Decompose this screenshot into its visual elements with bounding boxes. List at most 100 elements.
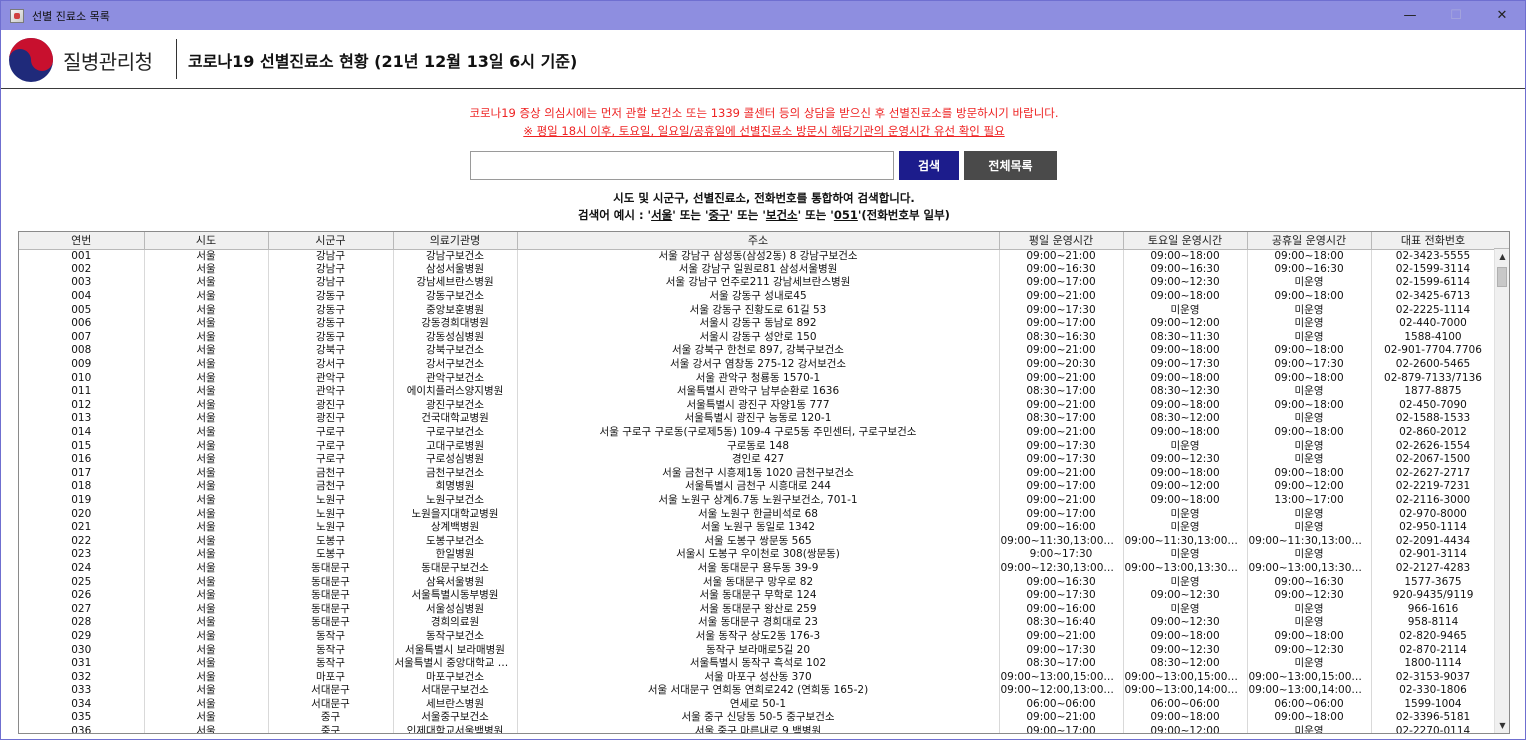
table-row[interactable]: 035 서울 중구 서울중구보건소 서울 중구 신당동 50-5 중구보건소 09:00~… [19,711,1496,725]
table-row[interactable]: 022 서울 도봉구 도봉구보건소 서울 도봉구 쌍문동 565 09:00~11:30,… [19,534,1496,549]
col-sido: 서울 [144,262,269,277]
table-row[interactable]: 021 서울 노원구 상계백병원 서울 노원구 동일로 1342 09:00~16:00 미… [19,520,1496,535]
table-row[interactable]: 030 서울 동작구 서울특별시 보라매병원 동작구 보라매로5길 20 09:00~17… [19,643,1496,657]
col-institution: 금천구보건소 [393,466,518,481]
table-row[interactable]: 026 서울 동대문구 서울특별시동부병원 서울 동대문구 무학로 124 09:00~1… [19,588,1496,603]
column-header-institution[interactable]: 의료기관명 [393,232,518,250]
column-header-number[interactable]: 연번 [19,232,145,250]
table-row[interactable]: 006 서울 강동구 강동경희대병원 서울시 강동구 동남로 892 09:00~17:0… [19,316,1496,331]
table-row[interactable]: 014 서울 구로구 구로구보건소 서울 구로구 구로동(구로제5동) 109-4 구로… [19,425,1496,440]
table-row[interactable]: 010 서울 관악구 관악구보건소 서울 관악구 청룡동 1570-1 09:00~21:… [19,371,1496,385]
minimize-button[interactable]: — [1387,1,1433,30]
table-row[interactable]: 019 서울 노원구 노원구보건소 서울 노원구 상계6.7동 노원구보건소, 701-… [19,493,1496,508]
col-sido: 서울 [144,289,269,304]
col-institution: 동작구보건소 [393,629,518,644]
table-row[interactable]: 008 서울 강북구 강북구보건소 서울 강북구 한천로 897, 강북구보건소 09:0… [19,344,1496,358]
table-row[interactable]: 028 서울 동대문구 경희의료원 서울 동대문구 경희대로 23 08:30~16:40… [19,616,1496,630]
col-holiday-hours: 09:00~11:30,13:00~15:0... [1247,534,1372,549]
col-address: 연세로 50-1 [517,697,1000,712]
col-sido: 서울 [144,656,269,671]
col-number: 023 [19,548,145,562]
column-header-phone[interactable]: 대표 전화번호 [1371,232,1496,250]
col-sigungu: 서대문구 [268,684,394,698]
column-header-address[interactable]: 주소 [517,232,1000,250]
column-header-sigungu[interactable]: 시군구 [268,232,394,250]
table-row[interactable]: 027 서울 동대문구 서울성심병원 서울 동대문구 왕산로 259 09:00~16:0… [19,602,1496,617]
scroll-down-arrow-icon[interactable]: ▼ [1495,718,1509,733]
table-row[interactable]: 004 서울 강동구 강동구보건소 서울 강동구 성내로45 09:00~21:00 09:… [19,289,1496,304]
col-number: 025 [19,575,145,589]
maximize-button[interactable]: ☐ [1433,1,1479,30]
table-row[interactable]: 009 서울 강서구 강서구보건소 서울 강서구 염창동 275-12 강서보건소 09:… [19,357,1496,372]
col-sigungu: 노원구 [268,520,394,535]
col-sido: 서울 [144,439,269,453]
col-institution: 서울특별시 보라매병원 [393,643,518,657]
table-row[interactable]: 029 서울 동작구 동작구보건소 서울 동작구 상도2동 176-3 09:00~21:… [19,629,1496,644]
col-holiday-hours: 09:00~18:00 [1247,398,1372,413]
table-row[interactable]: 001 서울 강남구 강남구보건소 서울 강남구 삼성동(삼성2동) 8 강남구보건소 0… [19,249,1496,263]
table-row[interactable]: 007 서울 강동구 강동성심병원 서울시 강동구 성안로 150 08:30~16:30… [19,330,1496,345]
scroll-thumb[interactable] [1497,267,1507,287]
table-row[interactable]: 023 서울 도봉구 한일병원 서울시 도봉구 우이천로 308(쌍문동) 9:00~17… [19,548,1496,562]
table-row[interactable]: 018 서울 금천구 희명병원 서울특별시 금천구 시흥대로 244 09:00~17:0… [19,480,1496,494]
scroll-up-arrow-icon[interactable]: ▲ [1495,249,1509,264]
table-row[interactable]: 036 서울 중구 인제대학교서울백병원 서울 중구 마른내로 9 백병원 09:00~1… [19,724,1496,733]
col-address: 서울 동대문구 용두동 39-9 [517,561,1000,576]
col-weekday-hours: 09:00~12:30,13:00~18:0... [999,561,1124,576]
table-row[interactable]: 024 서울 동대문구 동대문구보건소 서울 동대문구 용두동 39-9 09:00~12… [19,561,1496,576]
table-row[interactable]: 003 서울 강남구 강남세브란스병원 서울 강남구 언주로211 강남세브란스병원 09… [19,276,1496,290]
table-row[interactable]: 034 서울 서대문구 세브란스병원 연세로 50-1 06:00~06:00 06:00~… [19,697,1496,712]
table-row[interactable]: 033 서울 서대문구 서대문구보건소 서울 서대문구 연희동 연희로242 (연희동 … [19,684,1496,698]
table-row[interactable]: 031 서울 동작구 서울특별시 중앙대학교 병원 서울특별시 동작구 흑석로 102 0… [19,656,1496,671]
col-weekday-hours: 08:30~17:00 [999,412,1124,426]
col-phone: 02-879-7133/7136 [1371,371,1496,385]
col-institution: 세브란스병원 [393,697,518,712]
col-holiday-hours: 09:00~12:00 [1247,480,1372,494]
search-input[interactable] [470,151,894,180]
col-sido: 서울 [144,344,269,358]
table-row[interactable]: 015 서울 구로구 고대구로병원 구로동로 148 09:00~17:30 미운영 미운영 0… [19,439,1496,453]
col-weekday-hours: 09:00~21:00 [999,711,1124,725]
col-holiday-hours: 09:00~18:00 [1247,711,1372,725]
col-number: 034 [19,697,145,712]
col-address: 동작구 보라매로5길 20 [517,643,1000,657]
clinic-table[interactable]: 연번 시도 시군구 의료기관명 주소 평일 운영시간 토요일 운영시간 공휴일 운영시간 대표 … [18,231,1510,734]
example-suffix: '(전화번호부 일부) [857,208,950,222]
table-row[interactable]: 011 서울 관악구 에이치플러스양지병원 서울특별시 관악구 남부순환로 1636 08… [19,384,1496,399]
table-row[interactable]: 002 서울 강남구 삼성서울병원 서울 강남구 일원로81 삼성서울병원 09:00~1… [19,262,1496,277]
table-row[interactable]: 016 서울 구로구 구로성심병원 경인로 427 09:00~17:30 09:00~12… [19,452,1496,467]
table-row[interactable]: 025 서울 동대문구 삼육서울병원 서울 동대문구 망우로 82 09:00~16:30… [19,575,1496,589]
column-header-sido[interactable]: 시도 [144,232,269,250]
col-saturday-hours: 08:30~12:00 [1123,412,1248,426]
column-header-saturday-hours[interactable]: 토요일 운영시간 [1123,232,1248,250]
table-row[interactable]: 005 서울 강동구 중앙보훈병원 서울 강동구 진황도로 61길 53 09:00~17… [19,303,1496,317]
col-address: 서울 강남구 언주로211 강남세브란스병원 [517,276,1000,290]
col-institution: 에이치플러스양지병원 [393,384,518,399]
notice-line-1: 코로나19 증상 의심시에는 먼저 관할 보건소 또는 1339 콜센터 등의 … [469,106,1059,120]
title-bar[interactable]: 선별 진료소 목록 — ☐ ✕ [1,1,1525,30]
col-sido: 서울 [144,507,269,521]
column-header-weekday-hours[interactable]: 평일 운영시간 [999,232,1124,250]
table-row[interactable]: 012 서울 광진구 광진구보건소 서울특별시 광진구 자양1동 777 09:00~21… [19,398,1496,413]
column-header-holiday-hours[interactable]: 공휴일 운영시간 [1247,232,1372,250]
col-institution: 경희의료원 [393,616,518,630]
col-holiday-hours: 09:00~18:00 [1247,289,1372,304]
close-button[interactable]: ✕ [1479,1,1525,30]
col-address: 서울특별시 관악구 남부순환로 1636 [517,384,1000,399]
col-phone: 02-870-2114 [1371,643,1496,657]
col-number: 028 [19,616,145,630]
col-saturday-hours: 09:00~12:00 [1123,724,1248,733]
table-row[interactable]: 020 서울 노원구 노원을지대학교병원 서울 노원구 한글비석로 68 09:00~17… [19,507,1496,521]
table-row[interactable]: 032 서울 마포구 마포구보건소 서울 마포구 성산동 370 09:00~13:00,… [19,670,1496,684]
table-row[interactable]: 017 서울 금천구 금천구보건소 서울 금천구 시흥제1동 1020 금천구보건소 09… [19,466,1496,481]
table-row[interactable]: 013 서울 광진구 건국대학교병원 서울특별시 광진구 능동로 120-1 08:30~… [19,412,1496,426]
col-weekday-hours: 09:00~21:00 [999,371,1124,385]
search-button[interactable]: 검색 [899,151,959,180]
agency-name: 질병관리청 [63,50,153,74]
col-institution: 중앙보훈병원 [393,303,518,317]
col-saturday-hours: 09:00~13:00,15:00~18:00 [1123,670,1248,684]
vertical-scrollbar[interactable]: ▲ ▼ [1494,249,1509,733]
col-address: 서울 동작구 상도2동 176-3 [517,629,1000,644]
full-list-button[interactable]: 전체목록 [964,151,1057,180]
col-number: 009 [19,357,145,372]
